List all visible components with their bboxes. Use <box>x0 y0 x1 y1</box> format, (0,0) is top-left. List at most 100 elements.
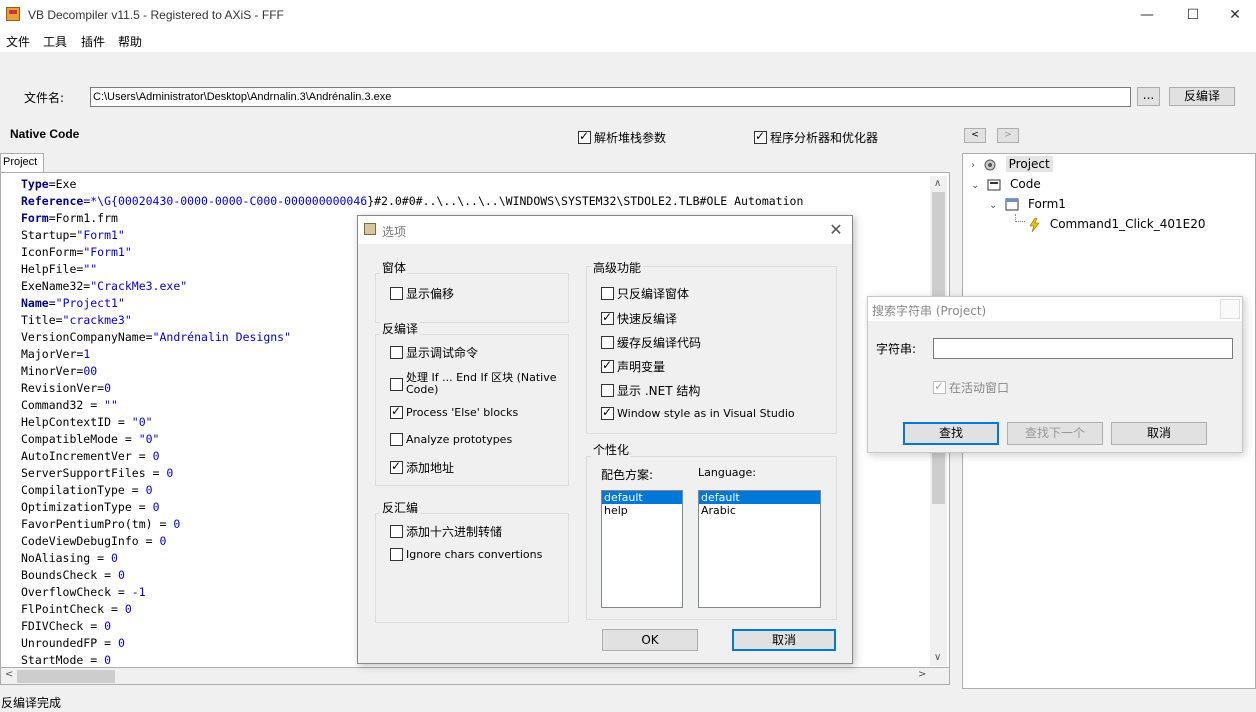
close-icon[interactable] <box>1220 299 1240 319</box>
color-scheme-list[interactable]: default help <box>601 490 683 608</box>
group-decompile-title: 反编译 <box>380 320 421 337</box>
option-declare-variables[interactable]: 声明变量 <box>601 358 665 375</box>
code-token: "0" <box>138 432 160 446</box>
option-fast-decompile[interactable]: 快速反编译 <box>601 310 677 327</box>
expand-arrow-icon[interactable]: › <box>971 160 975 171</box>
code-token: "Form1" <box>83 245 132 259</box>
list-item[interactable]: help <box>602 504 682 517</box>
checkbox[interactable] <box>390 287 403 300</box>
close-icon[interactable]: ✕ <box>824 218 848 242</box>
cancel-button[interactable]: 取消 <box>732 629 836 651</box>
menu-tools[interactable]: 工具 <box>43 33 67 50</box>
checkbox[interactable] <box>601 336 614 349</box>
tree-item-form1[interactable]: ⌄ Form1 <box>989 197 1066 212</box>
code-token: Startup= <box>21 228 77 242</box>
option-show-net-structure[interactable]: 显示 .NET 结构 <box>601 382 700 399</box>
checkbox[interactable] <box>601 358 614 373</box>
search-dialog-titlebar: 搜索字符串 (Project) <box>868 297 1242 321</box>
checkbox[interactable] <box>390 525 403 538</box>
checkbox[interactable] <box>601 310 614 325</box>
code-token: =*\G{ <box>83 194 118 208</box>
find-button[interactable]: 查找 <box>903 422 999 445</box>
file-label: 文件名: <box>24 91 65 105</box>
analyzer-optimizer-option[interactable]: 程序分析器和优化器 <box>754 129 878 146</box>
option-label: 声明变量 <box>617 360 666 374</box>
language-list[interactable]: default Arabic <box>698 490 821 608</box>
option-add-address[interactable]: 添加地址 <box>390 459 454 476</box>
list-item[interactable]: default <box>602 491 682 504</box>
collapse-arrow-icon[interactable]: ⌄ <box>971 180 979 191</box>
code-token: 00020430-0000-0000-C000-000000000046 <box>117 194 368 208</box>
checkbox[interactable] <box>390 346 403 359</box>
minimize-button[interactable]: — <box>1124 0 1170 30</box>
code-token: 0 <box>104 381 112 395</box>
file-path-input[interactable]: C:\Users\Administrator\Desktop\Andrnalin… <box>90 87 1131 107</box>
tree-item-project[interactable]: › Project <box>971 156 1053 172</box>
option-show-debug-commands[interactable]: 显示调试命令 <box>390 344 478 361</box>
code-token: 1 <box>83 347 91 361</box>
prev-button[interactable]: < <box>964 128 986 143</box>
analyzer-optimizer-checkbox[interactable] <box>754 129 767 144</box>
collapse-arrow-icon[interactable]: ⌄ <box>989 200 997 211</box>
scroll-left-icon[interactable]: < <box>5 669 13 680</box>
parse-stack-args-option[interactable]: 解析堆栈参数 <box>578 129 666 146</box>
code-line: MinorVer=00 <box>21 363 97 380</box>
option-process-else-blocks[interactable]: Process 'Else' blocks <box>390 404 518 419</box>
menu-file[interactable]: 文件 <box>6 33 30 50</box>
list-item[interactable]: default <box>699 491 820 504</box>
close-button[interactable]: ✕ <box>1212 0 1256 30</box>
tree-item-code[interactable]: ⌄ Code <box>971 177 1041 192</box>
checkbox[interactable] <box>933 379 946 394</box>
checkbox[interactable] <box>390 433 403 446</box>
tree-item-code-label: Code <box>1010 177 1041 191</box>
code-token: HelpContextID = <box>21 415 132 429</box>
tree-item-command1-click[interactable]: Command1_Click_401E20 <box>1027 217 1206 232</box>
parse-stack-args-checkbox[interactable] <box>578 129 591 144</box>
checkbox[interactable] <box>390 404 403 419</box>
code-line: UnroundedFP = 0 <box>21 635 125 652</box>
checkbox[interactable] <box>390 548 403 561</box>
checkbox[interactable] <box>601 287 614 300</box>
option-add-hex-dump[interactable]: 添加十六进制转储 <box>390 523 502 540</box>
search-string-input[interactable] <box>933 338 1233 359</box>
option-analyze-prototypes[interactable]: Analyze prototypes <box>390 432 512 446</box>
tab-project[interactable]: Project <box>0 153 44 172</box>
maximize-button[interactable]: ☐ <box>1170 0 1216 30</box>
option-visual-studio-style[interactable]: Window style as in Visual Studio <box>601 405 795 420</box>
code-token: AutoIncrementVer = <box>21 449 153 463</box>
code-token: =Exe <box>48 177 77 191</box>
code-token: =Form1.frm <box>48 211 118 225</box>
code-horizontal-scrollbar[interactable]: < > <box>0 668 950 685</box>
status-bar: 反编译完成 <box>1 696 62 710</box>
scroll-up-icon[interactable]: ∧ <box>934 178 941 189</box>
code-token: CodeViewDebugInfo = <box>21 534 160 548</box>
menu-plugins[interactable]: 插件 <box>81 33 105 50</box>
option-cache-decompiled-code[interactable]: 缓存反编译代码 <box>601 334 701 351</box>
code-token: NoAliasing = <box>21 551 112 565</box>
active-window-option[interactable]: 在活动窗口 <box>933 379 1009 396</box>
search-cancel-button[interactable]: 取消 <box>1111 422 1207 445</box>
browse-button[interactable]: ... <box>1137 87 1160 106</box>
option-show-offset[interactable]: 显示偏移 <box>390 285 454 302</box>
checkbox[interactable] <box>601 405 614 420</box>
option-label: 处理 If ... End If 区块 (Native Code) <box>406 371 557 396</box>
option-decompile-forms-only[interactable]: 只反编译窗体 <box>601 285 689 302</box>
option-ignore-chars-convertions[interactable]: Ignore chars convertions <box>390 547 542 561</box>
find-next-button[interactable]: 查找下一个 <box>1007 422 1103 445</box>
ok-button[interactable]: OK <box>602 629 698 651</box>
list-item[interactable]: Arabic <box>699 504 820 517</box>
checkbox[interactable] <box>390 459 403 474</box>
scroll-right-icon[interactable]: > <box>918 669 926 680</box>
next-button[interactable]: > <box>997 128 1019 143</box>
menu-help[interactable]: 帮助 <box>118 33 142 50</box>
horizontal-scroll-thumb[interactable] <box>17 670 115 683</box>
code-line: FDIVCheck = 0 <box>21 618 111 635</box>
decompile-button[interactable]: 反编译 <box>1169 87 1235 106</box>
scroll-down-icon[interactable]: ∨ <box>934 652 941 663</box>
color-scheme-label: 配色方案: <box>601 468 654 482</box>
code-token: "Andrénalin Designs" <box>152 330 292 344</box>
checkbox[interactable] <box>601 384 614 397</box>
checkbox[interactable] <box>390 378 403 391</box>
parse-stack-args-label: 解析堆栈参数 <box>594 131 667 145</box>
option-label: 显示 .NET 结构 <box>617 384 701 398</box>
